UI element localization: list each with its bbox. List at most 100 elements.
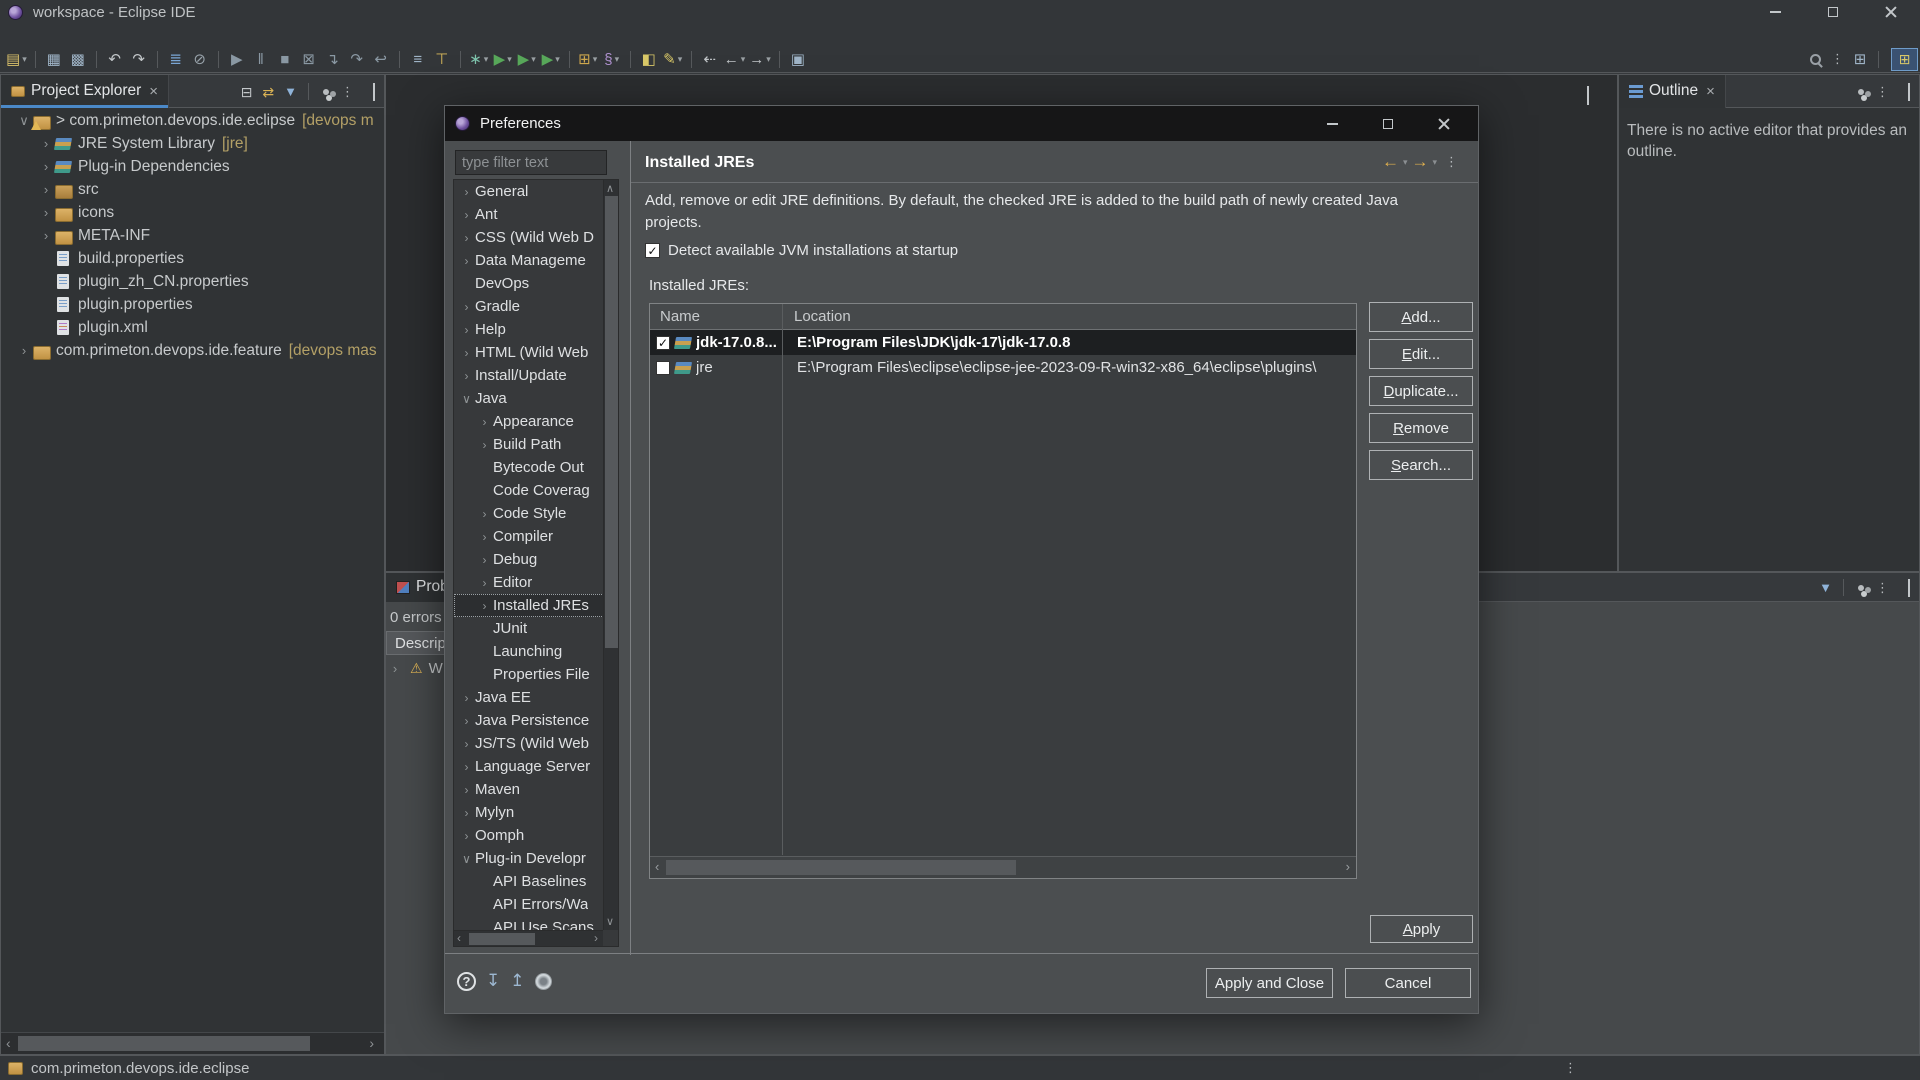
pref-tree-item[interactable]: › Data Manageme — [454, 249, 604, 272]
save-all-button[interactable]: ▩ — [66, 47, 90, 71]
scrollbar-thumb[interactable] — [469, 933, 535, 945]
expand-chevron-icon[interactable]: › — [458, 208, 475, 222]
more-actions-icon[interactable]: ⋮ — [1872, 84, 1893, 100]
menu-item[interactable] — [54, 33, 78, 37]
terminate-button[interactable]: ■ — [273, 47, 297, 71]
tree-item[interactable]: › JRE System Library [jre] — [1, 132, 384, 155]
tree-item[interactable]: › src — [1, 178, 384, 201]
expand-chevron-icon[interactable]: › — [458, 300, 475, 314]
coverage-button[interactable]: ▶ — [491, 47, 515, 71]
prev-annotation-button[interactable]: ↶ — [103, 47, 127, 71]
step-over-button[interactable]: ↷ — [345, 47, 369, 71]
toolbar-overflow-icon[interactable]: ⋮ — [1827, 51, 1848, 67]
location-column-header[interactable]: Location — [782, 308, 851, 325]
more-actions-icon[interactable]: ⋮ — [1872, 580, 1893, 596]
pref-tree-item[interactable]: › Java EE — [454, 686, 604, 709]
jre-action-button[interactable]: Edit... — [1369, 339, 1473, 369]
tree-vscrollbar[interactable]: ∧ ∨ — [603, 180, 618, 930]
filter-button[interactable]: ▼ — [284, 85, 297, 98]
expand-chevron-icon[interactable]: › — [458, 185, 475, 199]
collapse-all-button[interactable]: ⊟ — [241, 85, 253, 99]
scroll-left-icon[interactable]: ‹ — [655, 859, 659, 874]
step-return-button[interactable]: ↩ — [369, 47, 393, 71]
console-button[interactable]: ≡ — [406, 47, 430, 71]
tree-item[interactable]: › META-INF — [1, 224, 384, 247]
search-button[interactable]: ✎ — [661, 47, 685, 71]
menu-item[interactable] — [30, 33, 54, 37]
column-divider[interactable] — [782, 304, 783, 855]
jre-action-button[interactable]: Search... — [1369, 450, 1473, 480]
pref-tree-item[interactable]: › Help — [454, 318, 604, 341]
new-editor-button[interactable]: ▣ — [786, 47, 810, 71]
expand-chevron-icon[interactable]: › — [458, 323, 475, 337]
import-preferences-icon[interactable]: ↧ — [486, 971, 500, 991]
jre-default-checkbox[interactable] — [656, 336, 670, 350]
expand-chevron-icon[interactable]: › — [476, 553, 493, 567]
view-menu-icon[interactable] — [1858, 585, 1864, 591]
pref-tree-item[interactable]: › Compiler — [454, 525, 604, 548]
export-preferences-icon[interactable]: ↥ — [510, 971, 524, 991]
step-into-button[interactable]: ↴ — [321, 47, 345, 71]
scrollbar-thumb[interactable] — [666, 860, 1016, 875]
expand-chevron-icon[interactable]: › — [458, 806, 475, 820]
pref-tree-item[interactable]: › Java Persistence — [454, 709, 604, 732]
tree-item[interactable]: plugin_zh_CN.properties — [1, 270, 384, 293]
tab-project-explorer[interactable]: Project Explorer × — [1, 75, 169, 108]
pref-tree-item[interactable]: › Oomph — [454, 824, 604, 847]
pref-tree-item[interactable]: › Install/Update — [454, 364, 604, 387]
next-annotation-button[interactable]: ↷ — [127, 47, 151, 71]
preference-recorder-icon[interactable] — [535, 973, 552, 990]
tree-item[interactable]: › icons — [1, 201, 384, 224]
dialog-maximize-button[interactable] — [1360, 106, 1416, 141]
suspend-button[interactable]: ‖ — [249, 47, 273, 71]
pref-tree-item[interactable]: › CSS (Wild Web D — [454, 226, 604, 249]
pref-tree-item[interactable]: DevOps — [454, 272, 604, 295]
scroll-right-icon[interactable]: › — [369, 1035, 374, 1051]
menu-item[interactable] — [78, 33, 102, 37]
pref-tree-item[interactable]: › Gradle — [454, 295, 604, 318]
new-wizard-button[interactable]: ▤ — [4, 47, 29, 71]
expand-chevron-icon[interactable]: › — [386, 661, 404, 676]
tree-item[interactable]: › com.primeton.devops.ide.feature [devop… — [1, 339, 384, 362]
new-java-project-button[interactable]: ⊞ — [576, 47, 600, 71]
expand-chevron-icon[interactable]: › — [458, 231, 475, 245]
last-edit-location-button[interactable]: ⇠ — [698, 47, 722, 71]
jre[interactable]: jre E:\Program Files\eclipse\eclipse-jee… — [650, 355, 1356, 380]
external-tools-button[interactable]: ▶ — [539, 47, 563, 71]
pref-tree-item[interactable]: › Appearance — [454, 410, 604, 433]
cancel-button[interactable]: Cancel — [1345, 968, 1471, 998]
disconnect-button[interactable]: ⊠ — [297, 47, 321, 71]
filter-input[interactable] — [455, 150, 607, 175]
run-button[interactable]: ▶ — [515, 47, 539, 71]
pref-tree-item[interactable]: › Build Path — [454, 433, 604, 456]
tree-hscrollbar[interactable]: ‹ › — [454, 930, 603, 946]
expand-chevron-icon[interactable]: › — [458, 254, 475, 268]
apply-button[interactable]: Apply — [1370, 915, 1473, 943]
tree-item[interactable]: build.properties — [1, 247, 384, 270]
plugin-dev-perspective-button[interactable]: ⊞ — [1891, 48, 1918, 71]
menu-item[interactable] — [102, 33, 126, 37]
pref-tree-item[interactable]: ∨ Plug-in Developr — [454, 847, 604, 870]
pref-tree-item[interactable]: › JS/TS (Wild Web — [454, 732, 604, 755]
scroll-right-icon[interactable]: › — [1346, 859, 1350, 874]
expand-chevron-icon[interactable]: › — [458, 714, 475, 728]
pref-tree-item[interactable]: ∨ Java — [454, 387, 604, 410]
forward-icon[interactable]: → — [1411, 152, 1428, 172]
detect-jvm-checkbox[interactable] — [645, 243, 660, 258]
tree-item[interactable]: › Plug-in Dependencies — [1, 155, 384, 178]
view-menu-icon[interactable] — [323, 89, 329, 95]
pref-tree-item[interactable]: › General — [454, 180, 604, 203]
expand-chevron-icon[interactable]: › — [37, 136, 55, 151]
jre-default-checkbox[interactable] — [656, 361, 670, 375]
maximize-view-button[interactable] — [373, 85, 375, 99]
expand-chevron-icon[interactable]: › — [476, 507, 493, 521]
expand-chevron-icon[interactable]: › — [476, 438, 493, 452]
expand-chevron-icon[interactable]: ∨ — [458, 392, 475, 406]
back-button[interactable]: ← — [722, 47, 748, 71]
back-dropdown-icon[interactable]: ▾ — [1403, 157, 1408, 168]
menu-item[interactable] — [6, 33, 30, 37]
pref-tree-item[interactable]: Bytecode Out — [454, 456, 604, 479]
window-maximize-button[interactable] — [1804, 0, 1862, 24]
menu-item[interactable] — [150, 33, 174, 37]
open-perspective-button[interactable]: ⊞ — [1848, 47, 1872, 71]
